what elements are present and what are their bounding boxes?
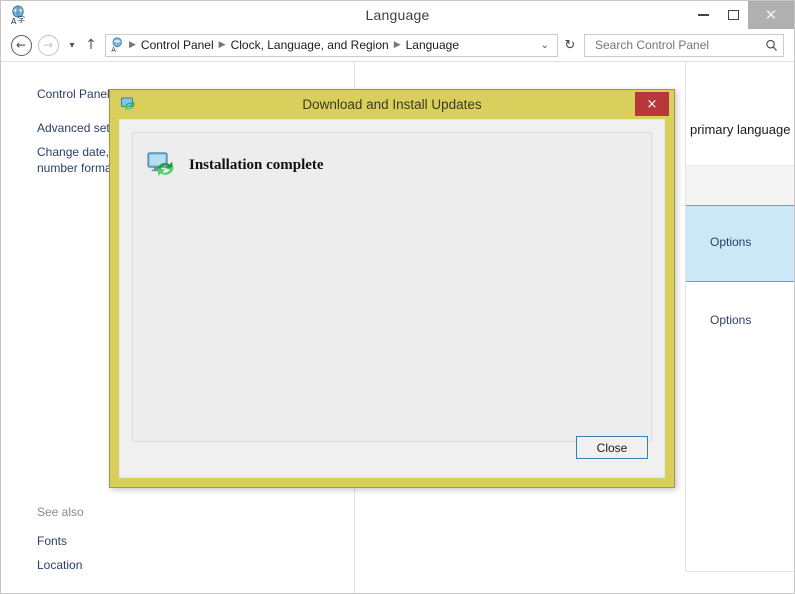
breadcrumb-separator: ▶ [393,40,401,50]
chevron-down-icon: ▾ [69,39,75,51]
dialog-titlebar: Download and Install Updates × [110,90,674,119]
installation-status-text: Installation complete [189,156,324,173]
window-titlebar: A 字 Language ✕ [1,1,794,29]
primary-language-text: primary language [690,122,791,137]
maximize-icon [727,10,739,20]
breadcrumb-item-language[interactable]: Language [402,38,463,52]
see-also-heading: See also [37,505,84,519]
breadcrumb-dropdown-icon[interactable]: ⌄ [537,40,555,51]
language-row-selected[interactable]: Options [686,205,794,282]
minimize-button[interactable] [688,1,718,29]
breadcrumb-separator: ▶ [218,40,226,50]
language-row[interactable]: Options [686,284,794,359]
back-arrow-icon: ← [10,34,32,56]
download-install-updates-dialog: Download and Install Updates × Installat… [109,89,675,488]
status-row: Installation complete [147,151,324,179]
search-box[interactable] [584,33,784,57]
dialog-close-button[interactable]: × [635,92,669,116]
monitor-update-icon [147,151,177,179]
options-link[interactable]: Options [710,235,751,249]
language-control-panel-window: A 字 Language ✕ ← → ▾ ↑ A ▶ Control Panel… [0,0,795,594]
back-button[interactable]: ← [9,33,33,57]
language-list: primary language Options Options [686,62,794,593]
dialog-body: Installation complete Close [119,119,665,478]
svg-text:字: 字 [18,14,26,24]
address-bar: ← → ▾ ↑ A ▶ Control Panel ▶ Clock, Langu… [1,29,794,62]
close-icon: × [646,96,658,112]
forward-arrow-icon: → [37,34,59,56]
refresh-icon: ↻ [564,37,576,53]
breadcrumb-item-control-panel[interactable]: Control Panel [137,38,218,52]
sidebar-item-location[interactable]: Location [37,557,82,573]
search-input[interactable] [593,37,763,53]
forward-button[interactable]: → [36,33,60,57]
list-header-band [686,165,794,206]
breadcrumb-separator: ▶ [129,40,136,50]
close-icon: ✕ [764,5,778,24]
refresh-button[interactable]: ↻ [558,34,582,57]
svg-text:A: A [11,17,17,25]
search-icon[interactable] [763,39,779,52]
minimize-icon [697,14,709,16]
up-button[interactable]: ↑ [81,33,101,57]
language-icon: A 字 [9,5,29,26]
maximize-button[interactable] [718,1,748,29]
dialog-title: Download and Install Updates [302,97,482,112]
list-bottom-divider [686,571,794,572]
recent-pages-button[interactable]: ▾ [63,33,81,57]
breadcrumb-item-clock-language-region[interactable]: Clock, Language, and Region [227,38,393,52]
arrow-up-icon: ↑ [85,37,97,53]
dialog-close-action-button[interactable]: Close [576,436,648,459]
window-controls: ✕ [688,1,794,29]
update-icon [120,95,138,113]
options-link[interactable]: Options [710,313,751,327]
page-title: Language [365,7,430,23]
dialog-status-panel: Installation complete [132,132,652,442]
svg-text:A: A [111,46,116,53]
breadcrumb[interactable]: A ▶ Control Panel ▶ Clock, Language, and… [105,33,558,57]
sidebar-item-fonts[interactable]: Fonts [37,533,67,549]
breadcrumb-language-icon: A [110,37,126,54]
window-close-button[interactable]: ✕ [748,1,794,29]
